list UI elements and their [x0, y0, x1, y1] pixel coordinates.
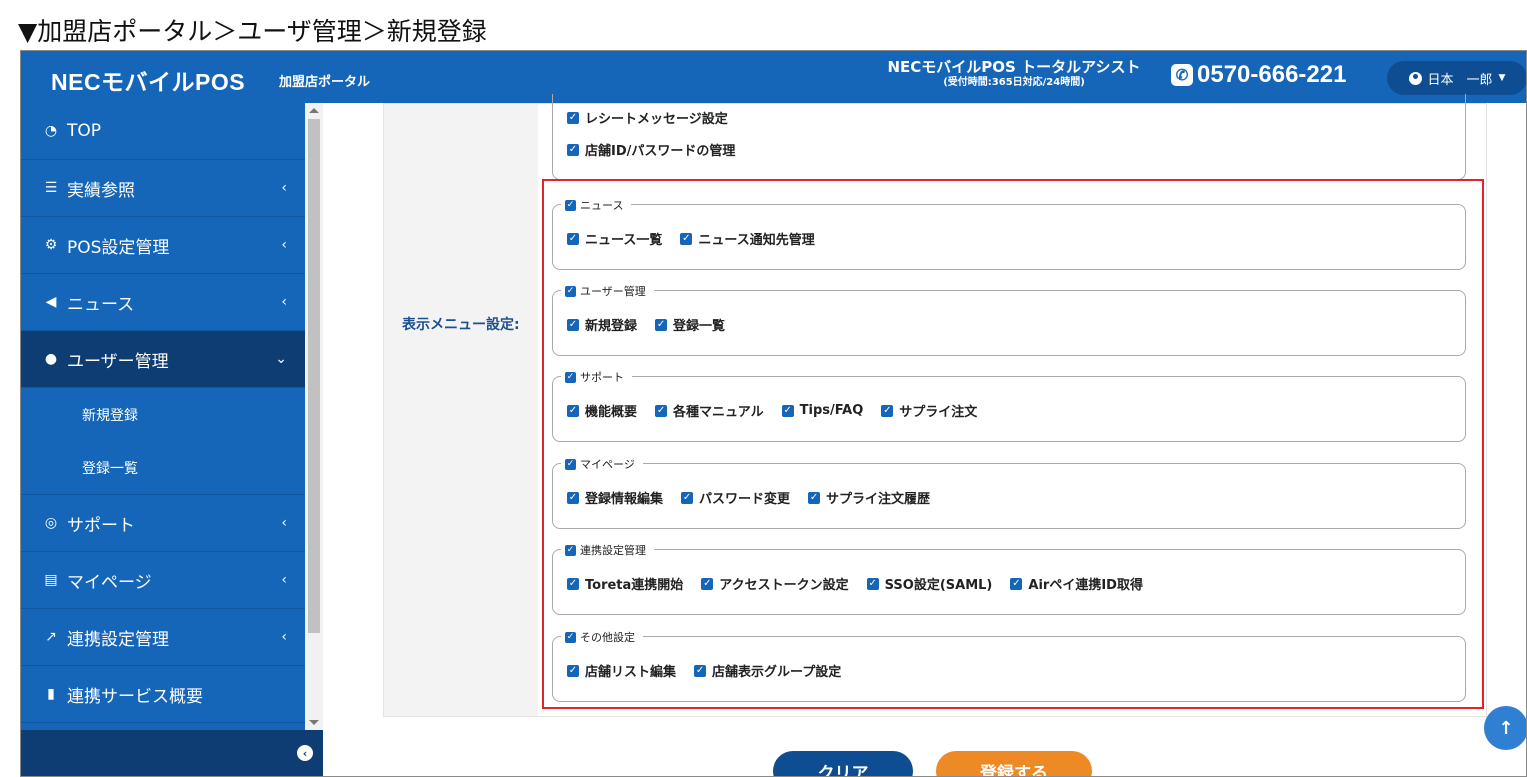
sidebar-item-support[interactable]: ◎ サポート ‹	[21, 495, 305, 552]
checkbox-row[interactable]: ✓ レシートメッセージ設定	[567, 108, 728, 127]
checkbox-checked-icon[interactable]: ✓	[567, 111, 579, 124]
sidebar-item-label: ニュース	[67, 294, 135, 315]
sidebar: ◔ TOP ☰ 実績参照 ‹ ⚙ POS設定管理 ‹ ◀ ニュース ‹ ● ユー…	[21, 103, 305, 730]
chevron-left-icon: ‹	[281, 180, 287, 196]
megaphone-icon: ◀	[45, 294, 57, 310]
app-window: NECモバイルPOS 加盟店ポータル NECモバイルPOS トータルアシスト (…	[20, 50, 1527, 777]
sidebar-item-pos-settings[interactable]: ⚙ POS設定管理 ‹	[21, 217, 305, 274]
sidebar-item-news[interactable]: ◀ ニュース ‹	[21, 274, 305, 331]
chevron-left-icon: ‹	[281, 237, 287, 253]
id-card-icon: ▤	[44, 572, 58, 588]
user-menu-button[interactable]: 日本 一郎 ▼	[1387, 61, 1526, 95]
brand-subtitle: 加盟店ポータル	[279, 75, 371, 90]
sidebar-submenu: 新規登録 登録一覧	[21, 388, 305, 495]
page-caption: ▼加盟店ポータル＞ユーザ管理＞新規登録	[18, 17, 487, 46]
scrollbar-thumb[interactable]	[308, 119, 320, 633]
phone-number: 0570-666-221	[1197, 61, 1347, 88]
chevron-left-icon: ‹	[281, 629, 287, 645]
sidebar-item-label: 実績参照	[67, 180, 135, 201]
sidebar-footer: ‹	[21, 730, 323, 776]
sidebar-item-label: サポート	[67, 515, 135, 536]
support-info: NECモバイルPOS トータルアシスト (受付時間:365日対応/24時間)	[867, 58, 1161, 90]
gear-icon: ⚙	[44, 237, 58, 253]
sidebar-item-results[interactable]: ☰ 実績参照 ‹	[21, 160, 305, 217]
sidebar-item-integration-services[interactable]: ▮ 連携サービス概要	[21, 666, 305, 723]
checkbox-label: 店舗ID/パスワードの管理	[585, 144, 736, 159]
brand-logo[interactable]: NECモバイルPOS	[51, 63, 245, 97]
list-icon: ☰	[44, 180, 58, 196]
sidebar-subitem-registration-list[interactable]: 登録一覧	[21, 441, 305, 494]
user-name: 日本 一郎	[1427, 72, 1493, 88]
scroll-down-arrow-icon[interactable]	[309, 720, 319, 725]
scroll-up-arrow-icon[interactable]	[309, 108, 319, 113]
dashboard-icon: ◔	[44, 123, 58, 139]
user-add-icon: ●	[44, 351, 58, 367]
checkbox-row[interactable]: ✓ 店舗ID/パスワードの管理	[567, 140, 735, 159]
chevron-left-icon: ‹	[281, 572, 287, 588]
checkbox-checked-icon[interactable]: ✓	[567, 143, 579, 156]
scroll-to-top-icon[interactable]: ↑	[1484, 706, 1526, 750]
phone-icon: ✆	[1171, 64, 1193, 86]
highlight-box	[542, 179, 1484, 709]
chevron-left-icon: ‹	[281, 515, 287, 531]
sidebar-subitem-new-registration[interactable]: 新規登録	[21, 388, 305, 441]
sidebar-item-mypage[interactable]: ▤ マイページ ‹	[21, 552, 305, 609]
menu-settings-label: 表示メニュー設定:	[402, 317, 520, 333]
sidebar-item-label: 連携サービス概要	[67, 686, 203, 707]
clear-button[interactable]: クリア	[773, 751, 913, 776]
external-link-icon: ↗	[45, 629, 57, 645]
checkbox-label: レシートメッセージ設定	[585, 112, 728, 127]
chevron-left-icon: ‹	[281, 294, 287, 310]
sidebar-item-label: ユーザー管理	[67, 351, 169, 372]
lifebuoy-icon: ◎	[44, 515, 58, 531]
sidebar-item-integration-settings[interactable]: ↗ 連携設定管理 ‹	[21, 609, 305, 666]
collapse-sidebar-icon[interactable]: ‹	[297, 745, 313, 761]
support-hours: (受付時間:365日対応/24時間)	[943, 77, 1085, 88]
sidebar-item-label: 連携設定管理	[67, 629, 169, 650]
building-icon: ▮	[47, 686, 55, 702]
caret-down-icon: ▼	[1498, 73, 1506, 83]
sidebar-item-label: マイページ	[67, 572, 152, 593]
support-title: NECモバイルPOS トータルアシスト	[887, 58, 1141, 76]
sidebar-item-label: POS設定管理	[67, 237, 170, 258]
sidebar-scrollbar[interactable]	[305, 103, 323, 730]
form-label-column: 表示メニュー設定:	[384, 104, 538, 716]
register-button[interactable]: 登録する	[936, 751, 1092, 776]
sidebar-item-user-management[interactable]: ● ユーザー管理 ⌄	[21, 331, 305, 388]
user-circle-icon	[1408, 71, 1422, 85]
support-phone: ✆ 0570-666-221	[1171, 61, 1346, 89]
chevron-down-icon: ⌄	[275, 351, 287, 367]
fieldset-previous: ✓ レシートメッセージ設定 ✓ 店舗ID/パスワードの管理	[552, 94, 1466, 180]
sidebar-item-label: TOP	[67, 121, 102, 141]
sidebar-item-top[interactable]: ◔ TOP	[21, 103, 305, 160]
